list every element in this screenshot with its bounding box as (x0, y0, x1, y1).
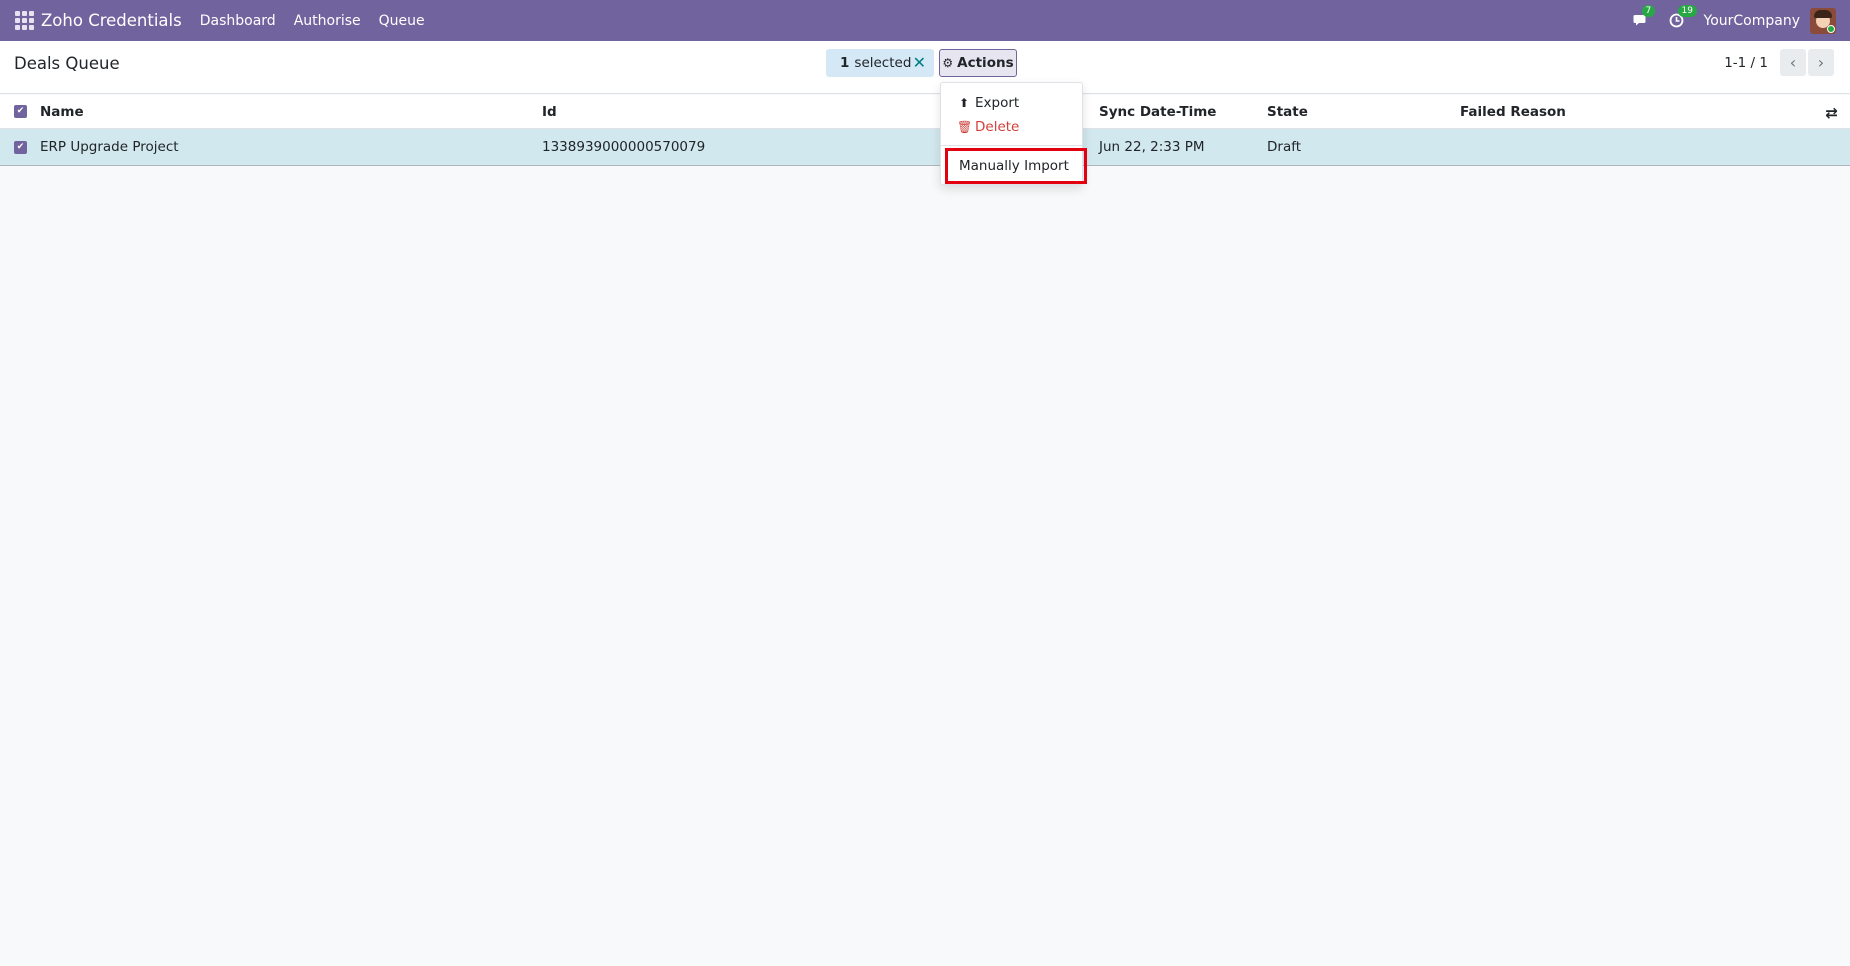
menu-authorise[interactable]: Authorise (294, 13, 361, 29)
actions-label: Actions (957, 55, 1014, 71)
avatar[interactable] (1810, 7, 1836, 34)
cell-id[interactable]: 1338939000000570079 (542, 129, 705, 165)
table-row[interactable]: ✔ ERP Upgrade Project 133893900000057007… (0, 129, 1850, 166)
column-state[interactable]: State (1267, 95, 1308, 128)
pager-value[interactable]: 1-1 / 1 (1724, 55, 1768, 71)
menu-dashboard[interactable]: Dashboard (200, 13, 276, 29)
actions-dropdown: ⬆ Export 🗑 Delete Manually Import (940, 82, 1087, 185)
page-title: Deals Queue (14, 54, 120, 73)
export-label: Export (975, 95, 1020, 111)
company-switcher[interactable]: YourCompany (1704, 13, 1801, 29)
column-sync-datetime[interactable]: Sync Date-Time (1099, 95, 1216, 128)
chevron-right-icon[interactable]: › (1808, 49, 1834, 76)
cell-state[interactable]: Draft (1267, 129, 1301, 165)
apps-grid-icon[interactable] (13, 10, 35, 32)
menu-divider (941, 145, 1082, 146)
control-panel: Deals Queue 1 selected ✕ ⚙ Actions 1-1 /… (0, 41, 1850, 94)
gear-icon: ⚙ (942, 56, 954, 70)
systray: 7 19 YourCompany (1632, 0, 1850, 41)
manually-import-menu-item[interactable]: Manually Import (945, 148, 1087, 184)
upload-icon: ⬆ (958, 96, 970, 110)
actions-button[interactable]: ⚙ Actions (939, 49, 1017, 77)
app-title[interactable]: Zoho Credentials (41, 11, 182, 30)
clear-selection-icon[interactable]: ✕ (913, 53, 926, 72)
menu-queue[interactable]: Queue (379, 13, 425, 29)
top-navbar: Zoho Credentials Dashboard Authorise Que… (0, 0, 1850, 41)
select-all-checkbox[interactable]: ✔ (14, 105, 27, 118)
manually-import-label: Manually Import (959, 158, 1069, 174)
export-menu-item[interactable]: ⬆ Export (957, 95, 1019, 111)
cell-name[interactable]: ERP Upgrade Project (40, 129, 179, 165)
trash-icon: 🗑 (957, 120, 973, 134)
messages-badge: 7 (1641, 4, 1656, 17)
clock-icon[interactable]: 19 (1668, 4, 1697, 30)
column-name[interactable]: Name (40, 95, 84, 128)
column-failed-reason[interactable]: Failed Reason (1460, 95, 1566, 128)
chevron-left-icon[interactable]: ‹ (1780, 49, 1806, 76)
optional-columns-icon[interactable]: ⇄ (1825, 104, 1838, 122)
selected-label: selected (854, 55, 912, 71)
delete-menu-item[interactable]: 🗑 Delete (957, 119, 1019, 135)
table-header: ✔ Name Id Sync Date-Time State Failed Re… (0, 95, 1850, 129)
activities-badge: 19 (1677, 4, 1697, 17)
selection-indicator: 1 selected ✕ (826, 49, 934, 77)
chat-icon[interactable]: 7 (1632, 4, 1656, 30)
selected-count: 1 (840, 55, 850, 71)
delete-label: Delete (975, 119, 1020, 135)
column-id[interactable]: Id (542, 95, 557, 128)
cell-sync-datetime[interactable]: Jun 22, 2:33 PM (1099, 129, 1205, 165)
row-checkbox[interactable]: ✔ (14, 141, 27, 154)
